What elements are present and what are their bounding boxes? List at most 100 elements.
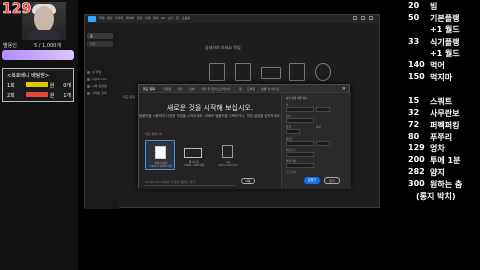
minimize-icon[interactable] bbox=[353, 16, 357, 20]
list-item-text: (롱지 박치) bbox=[416, 192, 456, 201]
width-unit-select[interactable] bbox=[316, 107, 330, 112]
preset-card[interactable]: 사용자 정의 1920 x 1080 픽셀 bbox=[145, 140, 175, 170]
stream-overlay-left: 129 별용인 5 / 1,000개 <복호배니 배팅받> 1회 원 0개 2회… bbox=[0, 0, 78, 270]
list-item-text: 엉차 bbox=[430, 144, 445, 153]
list-item-text: +1 월드 bbox=[430, 49, 460, 58]
list-item: 150 먹지마 bbox=[406, 72, 480, 84]
mission-row: 2회 원 1개 bbox=[7, 91, 71, 99]
close-icon[interactable] bbox=[369, 16, 373, 20]
print-template-icon[interactable] bbox=[289, 63, 305, 81]
menu-item[interactable]: 문자 bbox=[137, 16, 143, 20]
template-search-input[interactable]: Adobe Stock에서 더 많은 템플릿 찾기 bbox=[145, 180, 235, 186]
width-field[interactable] bbox=[286, 107, 314, 112]
tab-web[interactable]: 웹 bbox=[239, 87, 242, 91]
orientation-toggle[interactable] bbox=[286, 129, 300, 134]
resolution-unit-select[interactable] bbox=[316, 141, 330, 146]
document-icon bbox=[155, 146, 166, 159]
tab-film[interactable]: 필름 및 비디오 bbox=[261, 87, 279, 91]
list-item-text: 원하는 춤 bbox=[430, 180, 463, 189]
sidebar-item-my-files[interactable]: 내 파일 bbox=[92, 70, 101, 74]
mission-row-count: 1개 bbox=[63, 92, 71, 99]
list-item-text: 스쿼트 bbox=[430, 97, 453, 106]
learn-icon[interactable] bbox=[315, 63, 331, 81]
preset-size: 1920 x 1080 픽셀 bbox=[150, 165, 172, 168]
dialog-close-icon[interactable]: ✕ bbox=[342, 86, 346, 92]
advanced-options-label[interactable]: 고급 옵션 bbox=[286, 170, 296, 174]
height-field[interactable] bbox=[286, 118, 314, 123]
learn-button-label: 학습 bbox=[90, 42, 96, 46]
new-document-icon[interactable] bbox=[209, 63, 225, 81]
list-item-number: 129 bbox=[408, 143, 425, 152]
mission-title: <복호배니 배팅받> bbox=[7, 73, 50, 79]
mission-row-count: 0개 bbox=[63, 82, 71, 89]
go-button[interactable]: 이동 bbox=[241, 178, 255, 184]
menu-item[interactable]: 창 bbox=[176, 16, 179, 20]
preset-card[interactable]: 웹 이미지 1366 x 768 픽셀 bbox=[179, 140, 209, 170]
close-button[interactable]: 닫기 bbox=[324, 177, 340, 184]
list-item-text: 먹어 bbox=[430, 61, 445, 70]
ps-logo-icon bbox=[88, 16, 96, 22]
color-mode-select[interactable] bbox=[286, 152, 314, 157]
menu-item[interactable]: 선택 bbox=[145, 16, 151, 20]
shared-icon bbox=[87, 85, 90, 88]
menu-item[interactable]: 편집 bbox=[107, 16, 113, 20]
menu-item[interactable]: 파일 bbox=[99, 16, 105, 20]
sidebar-item-deleted[interactable]: 삭제된 항목 bbox=[92, 91, 107, 95]
new-document-dialog: 최근 항목 저장됨 사진 인쇄 아트 및 일러스트레이션 웹 모바일 필름 및 … bbox=[138, 84, 351, 189]
webcam-face bbox=[34, 6, 54, 32]
tab-photo[interactable]: 사진 bbox=[177, 87, 183, 91]
list-item: 129 엉차 bbox=[406, 143, 480, 155]
list-item: 20 빔 bbox=[406, 1, 480, 13]
list-item-number: 20 bbox=[408, 1, 420, 10]
background-select[interactable] bbox=[286, 163, 314, 168]
list-item-number: 140 bbox=[408, 60, 425, 69]
home-sidebar: 홈 학습 내 파일 Lightroom 나와 공유됨 삭제된 항목 bbox=[85, 23, 119, 209]
mission-row-bar bbox=[25, 91, 48, 97]
list-item: 200 투에 1분 bbox=[406, 155, 480, 167]
preset-details-header: 사전 설정 세부 정보 bbox=[286, 97, 308, 100]
menu-bar: 파일 편집 이미지 레이어 문자 선택 필터 3D 보기 창 도움말 bbox=[85, 15, 379, 23]
mission-row: 1회 원 0개 bbox=[7, 81, 71, 89]
tab-art[interactable]: 아트 및 일러스트레이션 bbox=[201, 87, 231, 91]
web-template-icon[interactable] bbox=[261, 67, 281, 79]
list-item-number: 15 bbox=[408, 96, 420, 105]
menu-item[interactable]: 필터 bbox=[153, 16, 159, 20]
list-item-number: 282 bbox=[408, 167, 425, 176]
mission-price-list: 20 빔 50 기본플랭 +1 월드 33 식기플랭 +1 월드 140 먹어 150 먹… bbox=[406, 0, 480, 270]
page-document-icon bbox=[222, 145, 233, 158]
artboard-label: 대지 bbox=[316, 126, 321, 129]
maximize-icon[interactable] bbox=[361, 16, 365, 20]
list-item: +1 월드 bbox=[406, 24, 480, 36]
open-document-icon[interactable] bbox=[235, 63, 251, 81]
sidebar-item-shared[interactable]: 나와 공유됨 bbox=[92, 84, 107, 88]
menu-item[interactable]: 레이어 bbox=[126, 16, 134, 20]
menu-item[interactable]: 보기 bbox=[168, 16, 174, 20]
streamer-name: 별용인 bbox=[3, 43, 17, 49]
list-item: 72 퍼펙퍼킹 bbox=[406, 120, 480, 132]
list-item-text: +1 월드 bbox=[430, 25, 460, 34]
list-item-number: 300 bbox=[408, 179, 425, 188]
presets-label: 최근 항목 (3) bbox=[145, 132, 163, 136]
preset-card[interactable]: A4 210 x 297 mm bbox=[213, 140, 243, 170]
hero-heading: 상세하여 보세요 작업 bbox=[205, 45, 241, 50]
list-item-text: 퍼펙퍼킹 bbox=[430, 121, 460, 130]
list-item: 140 먹어 bbox=[406, 60, 480, 72]
home-button-label: 홈 bbox=[90, 34, 93, 38]
menu-item[interactable]: 이미지 bbox=[115, 16, 123, 20]
resolution-field[interactable] bbox=[286, 141, 314, 146]
list-item: 32 사무란보 bbox=[406, 108, 480, 120]
sidebar-item-lightroom[interactable]: Lightroom bbox=[92, 77, 107, 81]
web-document-icon bbox=[184, 148, 202, 158]
list-item-text: 투에 1분 bbox=[430, 156, 461, 165]
menu-item[interactable]: 3D bbox=[161, 16, 165, 20]
menu-item[interactable]: 도움말 bbox=[182, 16, 190, 20]
list-item-text: 얌지 bbox=[430, 168, 445, 177]
list-item: +1 월드 bbox=[406, 48, 480, 60]
tab-mobile[interactable]: 모바일 bbox=[247, 87, 255, 91]
preset-details-panel: 사전 설정 세부 정보 폭 높이 방향 대지 해상도 색상 모드 배경 내용 고… bbox=[281, 93, 351, 189]
create-button[interactable]: 만들기 bbox=[304, 177, 320, 184]
tab-saved[interactable]: 저장됨 bbox=[163, 87, 171, 91]
tab-recent[interactable]: 최근 항목 bbox=[143, 87, 155, 91]
mission-box: <복호배니 배팅받> 1회 원 0개 2회 원 1개 bbox=[2, 68, 74, 102]
tab-print[interactable]: 인쇄 bbox=[189, 87, 195, 91]
